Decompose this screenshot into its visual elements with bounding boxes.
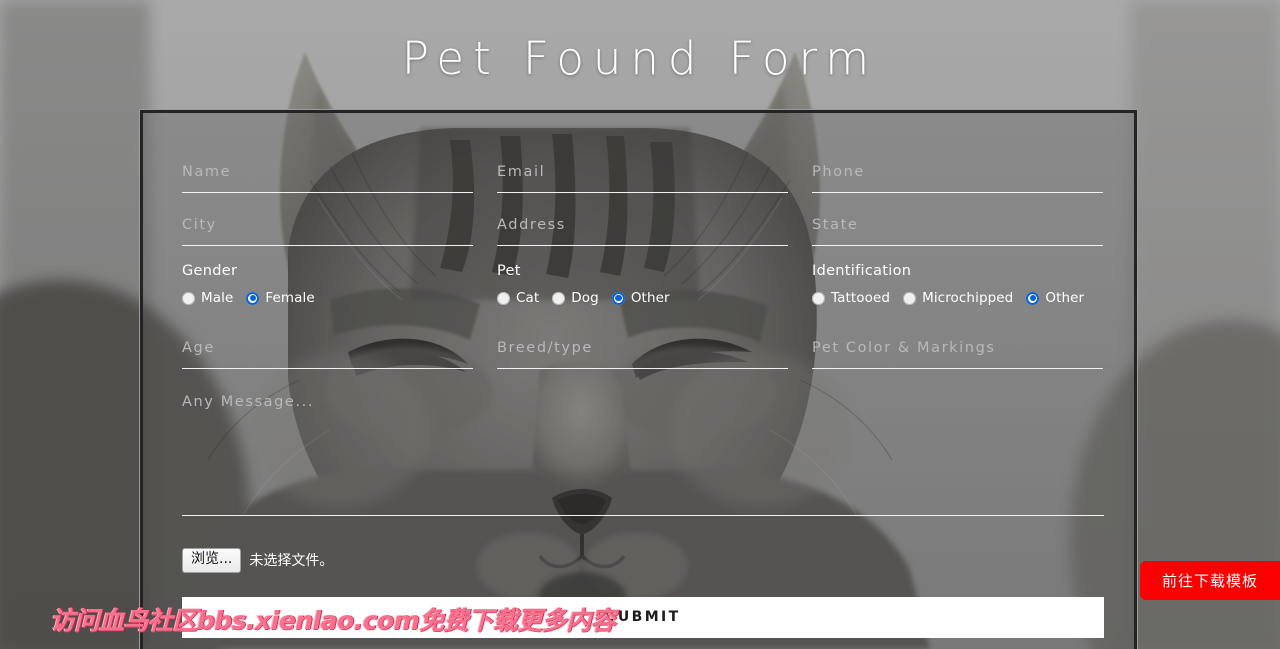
state-field xyxy=(812,210,1103,263)
radio-option-microchipped[interactable]: Microchipped xyxy=(903,290,1013,306)
state-input[interactable] xyxy=(812,210,1103,246)
radio-dot-icon xyxy=(182,291,195,305)
radio-option-tattooed[interactable]: Tattooed xyxy=(812,290,890,306)
radio-dot-icon xyxy=(611,291,625,305)
form-row-radios: Gender Male Female Pet Cat Dog Other Ide… xyxy=(182,263,1104,333)
phone-input[interactable] xyxy=(812,157,1103,193)
radio-options-identification: Tattooed Microchipped Other xyxy=(812,290,1103,306)
email-field xyxy=(497,157,788,210)
radio-label-id-other: Other xyxy=(1045,290,1085,306)
page-title: Pet Found Form xyxy=(401,32,879,85)
age-field xyxy=(182,333,473,386)
name-input[interactable] xyxy=(182,157,473,193)
phone-field xyxy=(812,157,1103,210)
radio-option-dog[interactable]: Dog xyxy=(552,290,599,306)
breed-input[interactable] xyxy=(497,333,788,369)
page-root: Pet Found Form Name Email Phone City Add… xyxy=(0,0,1280,649)
radio-dot-icon xyxy=(552,291,566,305)
radio-dot-icon xyxy=(812,291,825,305)
radio-dot-icon xyxy=(903,291,917,305)
download-template-button[interactable]: 前往下载模板 xyxy=(1140,561,1280,600)
pet-color-input[interactable] xyxy=(812,333,1103,369)
radio-legend-gender: Gender xyxy=(182,263,238,279)
form-row-4 xyxy=(182,333,1104,386)
breed-field xyxy=(497,333,788,386)
radio-options-pet: Cat Dog Other xyxy=(497,290,788,306)
radio-legend-pet: Pet xyxy=(497,263,521,279)
watermark-text: 访问血鸟社区bbs.xienlao.com免费下载更多内容 xyxy=(50,606,616,635)
radio-option-cat[interactable]: Cat xyxy=(497,290,539,306)
pet-color-field xyxy=(812,333,1103,386)
radio-label-microchipped: Microchipped xyxy=(922,290,1014,306)
radio-label-cat: Cat xyxy=(516,290,540,306)
address-field xyxy=(497,210,788,263)
name-field xyxy=(182,157,473,210)
city-input[interactable] xyxy=(182,210,473,246)
radio-label-male: Male xyxy=(201,290,234,306)
age-input[interactable] xyxy=(182,333,473,369)
radio-dot-icon xyxy=(497,291,510,305)
radio-legend-identification: Identification xyxy=(812,263,912,279)
message-field xyxy=(182,390,1104,522)
radio-option-male[interactable]: Male xyxy=(182,290,233,306)
radio-group-gender: Gender Male Female xyxy=(182,263,473,333)
file-upload-row: 浏览... 未选择文件。 xyxy=(182,548,1104,573)
radio-label-dog: Dog xyxy=(571,290,599,306)
form-row-2 xyxy=(182,210,1104,263)
radio-dot-icon xyxy=(246,291,260,305)
file-browse-button[interactable]: 浏览... xyxy=(182,548,242,573)
email-input[interactable] xyxy=(497,157,788,193)
form-inner: Gender Male Female Pet xyxy=(182,157,1104,638)
radio-label-tattooed: Tattooed xyxy=(831,290,891,306)
radio-label-female: Female xyxy=(265,290,315,306)
radio-option-female[interactable]: Female xyxy=(246,290,315,306)
radio-dot-icon xyxy=(1026,291,1040,305)
message-textarea[interactable] xyxy=(182,390,1104,516)
file-status-label: 未选择文件。 xyxy=(249,553,334,570)
city-field xyxy=(182,210,473,263)
pet-found-form: Gender Male Female Pet xyxy=(139,109,1138,649)
address-input[interactable] xyxy=(497,210,788,246)
form-row-1 xyxy=(182,157,1104,210)
radio-group-identification: Identification Tattooed Microchipped Oth… xyxy=(812,263,1103,333)
radio-option-pet-other[interactable]: Other xyxy=(611,290,670,306)
radio-group-pet: Pet Cat Dog Other xyxy=(497,263,788,333)
radio-label-pet-other: Other xyxy=(630,290,670,306)
radio-options-gender: Male Female xyxy=(182,290,473,306)
radio-option-id-other[interactable]: Other xyxy=(1026,290,1084,306)
